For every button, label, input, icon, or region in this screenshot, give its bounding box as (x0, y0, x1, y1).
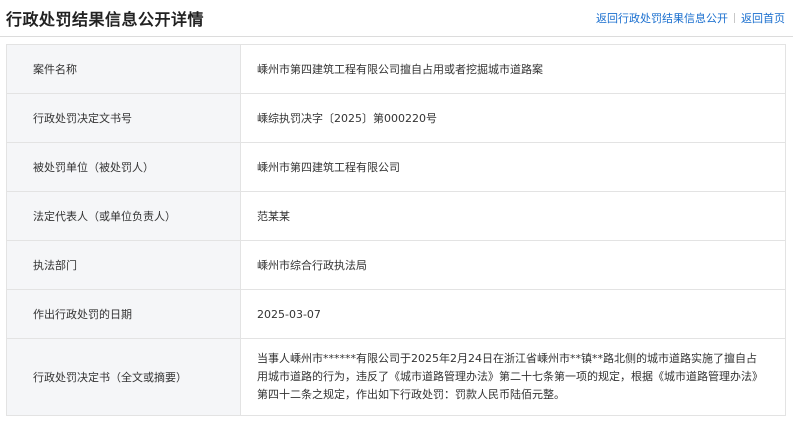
field-value: 嵊州市第四建筑工程有限公司 (240, 142, 786, 192)
field-value: 2025-03-07 (240, 289, 786, 339)
table-row-enforcement-department: 执法部门 嵊州市综合行政执法局 (6, 240, 786, 290)
page-title: 行政处罚结果信息公开详情 (6, 10, 205, 29)
field-label: 行政处罚决定文书号 (6, 93, 241, 143)
field-label: 作出行政处罚的日期 (6, 289, 241, 339)
link-divider (734, 13, 735, 23)
field-value: 嵊州市第四建筑工程有限公司擅自占用或者挖掘城市道路案 (240, 44, 786, 94)
header-divider (0, 36, 793, 37)
table-row-penalty-decision: 行政处罚决定书（全文或摘要） 当事人嵊州市******有限公司于2025年2月2… (6, 338, 786, 416)
back-to-penalty-list-link[interactable]: 返回行政处罚结果信息公开 (596, 10, 728, 26)
field-label: 执法部门 (6, 240, 241, 290)
page-header: 行政处罚结果信息公开详情 返回行政处罚结果信息公开 返回首页 (0, 0, 793, 36)
field-value: 嵊综执罚决字〔2025〕第000220号 (240, 93, 786, 143)
table-row-penalized-party: 被处罚单位（被处罚人） 嵊州市第四建筑工程有限公司 (6, 142, 786, 192)
table-row-case-name: 案件名称 嵊州市第四建筑工程有限公司擅自占用或者挖掘城市道路案 (6, 44, 786, 94)
back-to-home-link[interactable]: 返回首页 (741, 10, 785, 26)
table-row-penalty-date: 作出行政处罚的日期 2025-03-07 (6, 289, 786, 339)
field-value: 范某某 (240, 191, 786, 241)
field-label: 被处罚单位（被处罚人） (6, 142, 241, 192)
field-value: 嵊州市综合行政执法局 (240, 240, 786, 290)
field-value: 当事人嵊州市******有限公司于2025年2月24日在浙江省嵊州市**镇**路… (240, 338, 786, 416)
field-label: 法定代表人（或单位负责人） (6, 191, 241, 241)
detail-table: 案件名称 嵊州市第四建筑工程有限公司擅自占用或者挖掘城市道路案 行政处罚决定文书… (6, 44, 786, 416)
header-links: 返回行政处罚结果信息公开 返回首页 (596, 10, 785, 26)
table-row-document-number: 行政处罚决定文书号 嵊综执罚决字〔2025〕第000220号 (6, 93, 786, 143)
table-row-legal-representative: 法定代表人（或单位负责人） 范某某 (6, 191, 786, 241)
field-label: 行政处罚决定书（全文或摘要） (6, 338, 241, 416)
page: 行政处罚结果信息公开详情 返回行政处罚结果信息公开 返回首页 案件名称 嵊州市第… (0, 0, 793, 427)
field-label: 案件名称 (6, 44, 241, 94)
